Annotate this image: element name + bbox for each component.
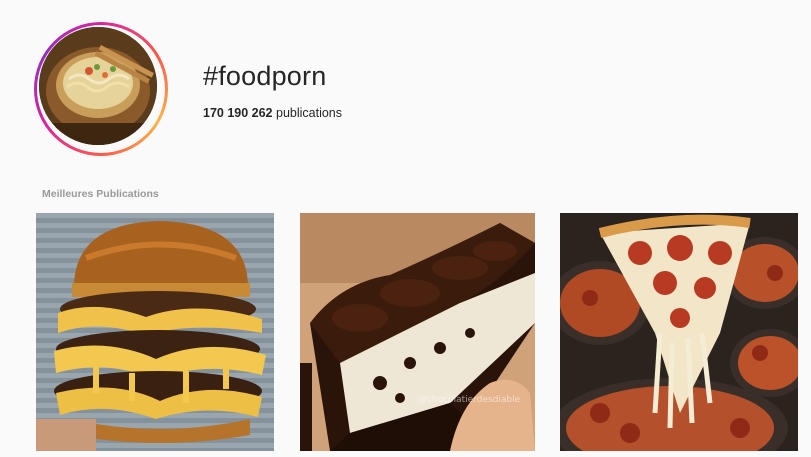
pizza-photo-icon: [560, 213, 798, 451]
post-count-label: publications: [272, 106, 343, 120]
top-posts-heading: Meilleures Publications: [42, 188, 159, 200]
top-post-3[interactable]: [560, 213, 798, 451]
top-post-2[interactable]: @chocolatierdesdiable: [300, 213, 535, 451]
post-count: 170 190 262 publications: [203, 106, 342, 120]
burger-photo-icon: [36, 213, 274, 451]
hashtag-title: #foodporn: [203, 61, 327, 91]
post-watermark: @chocolatierdesdiable: [418, 395, 521, 405]
hashtag-page: #foodporn 170 190 262 publications Meill…: [0, 0, 811, 457]
chocolate-cake-photo-icon: [300, 213, 535, 451]
top-post-1[interactable]: [36, 213, 274, 451]
noodle-bowl-photo-icon: [39, 27, 157, 145]
hashtag-avatar[interactable]: [34, 22, 168, 156]
post-count-value: 170 190 262: [203, 106, 273, 120]
